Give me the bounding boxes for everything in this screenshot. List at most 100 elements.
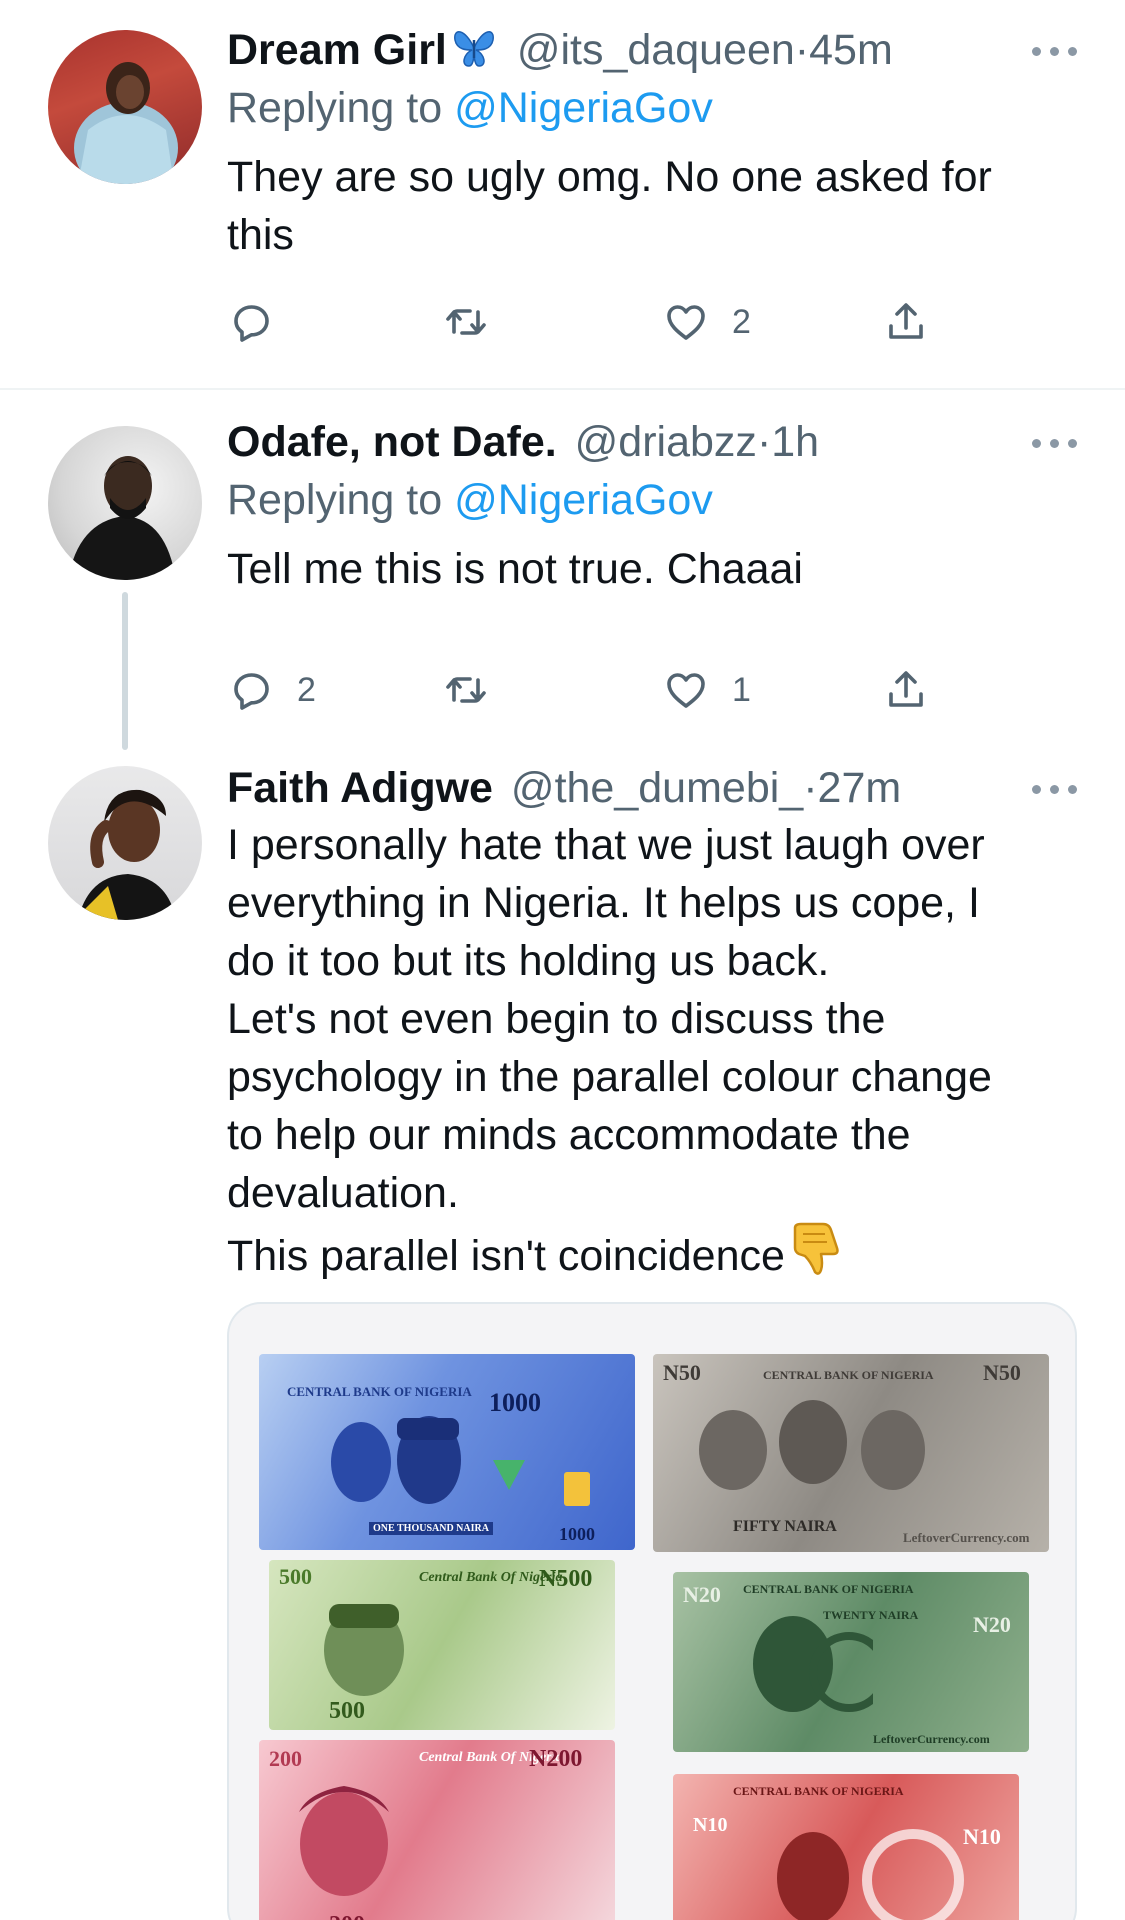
tweet-actions: 2 [227, 292, 947, 352]
mention-link[interactable]: @NigeriaGov [454, 476, 713, 524]
share-icon [889, 303, 923, 339]
more-icon[interactable] [1027, 774, 1077, 804]
retweet-button[interactable] [442, 660, 490, 720]
note-denomination-right: N20 [973, 1612, 1011, 1637]
tweet-text-line: everything in Nigeria. It helps us cope,… [227, 879, 980, 927]
reply-button[interactable] [227, 292, 275, 352]
user-handle[interactable]: @the_dumebi_ [511, 764, 803, 812]
tweet-text-line: They are so ugly omg. No one asked for [227, 153, 992, 201]
reply-icon [234, 305, 269, 342]
note-denomination-corner: 500 [279, 1564, 312, 1589]
avatar[interactable] [48, 30, 202, 184]
tweet-text-line: this [227, 211, 294, 259]
avatar[interactable] [48, 426, 202, 580]
note-words: FIFTY NAIRA [733, 1518, 837, 1535]
tweet-text-line: to help our minds accommodate the [227, 1111, 911, 1159]
user-handle[interactable]: @its_daqueen [517, 26, 795, 74]
share-button[interactable] [882, 292, 930, 352]
separator-dot: · [756, 418, 772, 466]
like-button[interactable]: 1 [662, 660, 751, 720]
reply-icon [234, 673, 269, 710]
timestamp[interactable]: 27m [818, 764, 902, 812]
replying-to-label: Replying to [227, 476, 443, 524]
tweet-text-line: Tell me this is not true. Chaaai [227, 545, 803, 593]
timestamp[interactable]: 1h [771, 418, 819, 466]
reply-button[interactable]: 2 [227, 660, 316, 720]
like-button[interactable]: 2 [662, 292, 751, 352]
banknote-old-50: N50 CENTRAL BANK OF NIGERIA N50 FIFTY NA… [653, 1354, 1049, 1552]
avatar[interactable] [48, 766, 202, 920]
tweet-actions: 2 1 [227, 660, 947, 720]
retweet-icon [446, 677, 486, 703]
display-name[interactable]: Dream Girl [227, 26, 447, 74]
tweet-1[interactable]: Dream Girl @its_daqueen·45m Replying to … [0, 0, 1125, 390]
mention-link[interactable]: @NigeriaGov [454, 84, 713, 132]
note-security-strip [564, 1472, 590, 1506]
display-name[interactable]: Faith Adigwe [227, 764, 493, 812]
note-denomination-corner: N50 [663, 1360, 701, 1385]
timestamp[interactable]: 45m [809, 26, 893, 74]
note-denomination-bottom: 500 [329, 1698, 365, 1724]
note-portrait [777, 1829, 964, 1920]
separator-dot: · [794, 26, 810, 74]
note-bank-name: CENTRAL BANK OF NIGERIA [733, 1784, 904, 1798]
tweet-3[interactable]: Faith Adigwe @the_dumebi_·27m I personal… [0, 740, 1125, 1920]
note-triangle-mark [493, 1460, 525, 1490]
note-portrait [299, 1786, 389, 1896]
note-portraits [699, 1400, 925, 1490]
tweet-header: Odafe, not Dafe. @driabzz·1h [227, 414, 1077, 470]
like-icon [667, 673, 705, 708]
note-denomination-corner: N20 [683, 1582, 721, 1607]
display-name[interactable]: Odafe, not Dafe. [227, 418, 557, 466]
butterfly-emoji-icon [451, 26, 497, 84]
avatar-image [74, 789, 176, 920]
note-denomination: N200 [529, 1746, 583, 1772]
like-icon [667, 305, 705, 340]
note-bank-name: CENTRAL BANK OF NIGERIA [763, 1368, 934, 1382]
tweet-text: I personally hate that we just laugh ove… [227, 816, 1077, 1291]
tweet-text: Tell me this is not true. Chaaai [227, 540, 1077, 598]
tweet-header: Faith Adigwe @the_dumebi_·27m [227, 760, 1077, 816]
note-denomination-bottom: 200 [329, 1912, 365, 1920]
banknote-old-10: CENTRAL BANK OF NIGERIA N10 N10 [673, 1774, 1019, 1920]
retweet-button[interactable] [442, 292, 490, 352]
tweet-text: They are so ugly omg. No one asked for t… [227, 148, 1077, 264]
note-denomination-right: N50 [983, 1360, 1021, 1385]
more-icon[interactable] [1027, 428, 1077, 458]
replying-to: Replying to @NigeriaGov [227, 78, 1077, 138]
thread-connector [122, 592, 128, 750]
note-denomination-corner: 1000 [559, 1524, 595, 1544]
note-denomination: 1000 [489, 1388, 541, 1417]
like-count: 1 [732, 670, 751, 709]
banknote-new-500: 500 Central Bank Of Nigeria N500 500 [269, 1560, 615, 1730]
note-bank-name: CENTRAL BANK OF NIGERIA [743, 1582, 914, 1596]
tweet-text-line-last: This parallel isn't coincidence [227, 1222, 1077, 1291]
tweet-text-line: This parallel isn't coincidence [227, 1232, 785, 1280]
note-watermark: LeftoverCurrency.com [873, 1732, 990, 1746]
note-portrait [324, 1604, 404, 1696]
note-portraits [331, 1416, 461, 1504]
banknote-new-200: 200 Central Bank Of Nigeria N200 200 [259, 1740, 615, 1920]
note-denomination: N500 [539, 1566, 593, 1592]
replying-to: Replying to @NigeriaGov [227, 470, 1077, 530]
user-handle[interactable]: @driabzz [575, 418, 757, 466]
note-bank-name: CENTRAL BANK OF NIGERIA [287, 1384, 472, 1399]
banknote-new-1000: CENTRAL BANK OF NIGERIA 1000 ONE THOUSAN… [259, 1354, 635, 1550]
separator-dot: · [803, 764, 818, 812]
share-button[interactable] [882, 660, 930, 720]
tweet-text-line: devaluation. [227, 1169, 459, 1217]
note-words: ONE THOUSAND NAIRA [369, 1522, 493, 1535]
tweet-2[interactable]: Odafe, not Dafe. @driabzz·1h Replying to… [0, 390, 1125, 740]
note-watermark: LeftoverCurrency.com [903, 1530, 1030, 1545]
avatar-image [68, 456, 176, 580]
note-portrait [753, 1616, 873, 1712]
retweet-icon [446, 309, 486, 335]
more-icon[interactable] [1027, 36, 1077, 66]
reply-count: 2 [297, 670, 316, 709]
tweet-media-image[interactable]: CENTRAL BANK OF NIGERIA 1000 ONE THOUSAN… [227, 1302, 1077, 1920]
thumbs-down-emoji-icon [789, 1222, 841, 1291]
note-denomination-corner: 200 [269, 1746, 302, 1771]
banknote-old-20: CENTRAL BANK OF NIGERIA TWENTY NAIRA N20… [673, 1572, 1029, 1752]
avatar-image [74, 62, 178, 184]
tweet-text-line: psychology in the parallel colour change [227, 1053, 992, 1101]
